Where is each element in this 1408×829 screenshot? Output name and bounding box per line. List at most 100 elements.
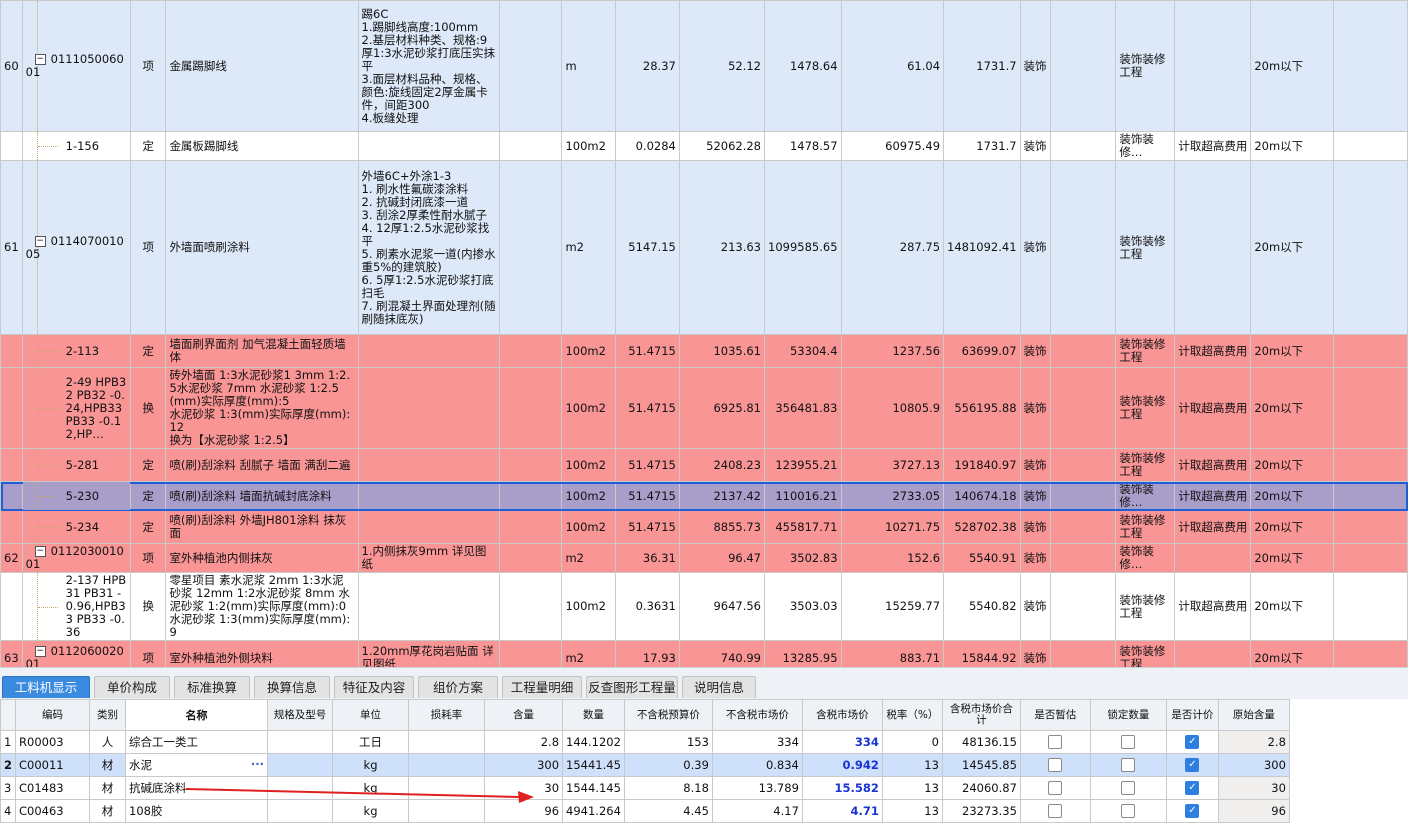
column-header[interactable]: 规格及型号 <box>267 699 334 731</box>
resource-loss[interactable] <box>408 776 486 800</box>
resource-row[interactable]: 2 C00011 材水泥 ··· kg 300 15441.45 0.39 0.834 0.942… <box>0 753 1290 777</box>
column-header[interactable] <box>0 699 17 731</box>
resource-content[interactable]: 30 <box>484 776 564 800</box>
resource-spec[interactable] <box>267 730 334 754</box>
collapse-toggle-icon[interactable]: − <box>34 54 46 65</box>
tab-1[interactable]: 单价构成 <box>94 676 170 698</box>
quota-row[interactable]: 60−011105006001 项金属踢脚线 踢6C 1.踢脚线高度:100mm 2… <box>0 0 1408 132</box>
row-quantity[interactable]: 0.3631 <box>615 572 680 641</box>
row-feature[interactable] <box>357 510 501 544</box>
column-header[interactable]: 数量 <box>562 699 625 731</box>
row-quantity[interactable]: 36.31 <box>615 543 680 573</box>
column-header[interactable]: 含税市场价 <box>801 699 883 731</box>
resource-content[interactable]: 300 <box>484 753 564 777</box>
resource-loss[interactable] <box>408 799 486 823</box>
estimate-checkbox[interactable] <box>1048 781 1063 796</box>
resource-market-price[interactable]: 334 <box>711 730 803 754</box>
row-code-cell[interactable]: 1-156 <box>21 131 132 161</box>
row-feature[interactable] <box>357 367 501 449</box>
column-header[interactable]: 单位 <box>332 699 410 731</box>
row-feature[interactable]: 外墙6C+外涂1-3 1. 刷水性氟碳漆涂料 2. 抗碱封闭底漆一道 3. 刮涂… <box>357 160 501 335</box>
resource-code[interactable]: C00463 <box>15 799 91 823</box>
lock-quantity-checkbox[interactable] <box>1121 781 1136 796</box>
row-code-cell[interactable]: −011206002001 <box>21 640 132 667</box>
resource-code[interactable]: C01483 <box>15 776 91 800</box>
resource-loss[interactable] <box>408 730 486 754</box>
tab-2[interactable]: 标准换算 <box>174 676 250 698</box>
row-quantity[interactable]: 0.0284 <box>615 131 680 161</box>
quota-row[interactable]: 5-281 定喷(刷)刮涂料 刮腻子 墙面 满刮二遍 100m2 51.4715 240… <box>0 448 1408 482</box>
tab-8[interactable]: 说明信息 <box>682 676 756 698</box>
resource-name[interactable]: 综合工一类工 <box>125 730 269 754</box>
column-header[interactable]: 税率（%） <box>881 699 943 731</box>
tab-3[interactable]: 换算信息 <box>254 676 330 698</box>
lock-quantity-checkbox[interactable] <box>1121 735 1136 750</box>
resource-row[interactable]: 4 C00463 材 108胶 kg 96 4941.264 4.45 4.17 4.71 13 23… <box>0 799 1290 823</box>
row-name[interactable]: 喷(刷)刮涂料 墙面抗碱封底涂料 <box>165 481 359 511</box>
column-header[interactable]: 含税市场价合计 <box>941 699 1021 731</box>
resource-tax-market-price[interactable]: 4.71 <box>801 799 883 823</box>
row-name[interactable]: 金属踢脚线 <box>165 0 359 132</box>
lock-quantity-checkbox[interactable] <box>1121 804 1136 819</box>
estimate-checkbox[interactable] <box>1048 758 1063 773</box>
row-code-cell[interactable]: 5-234 <box>21 510 132 544</box>
row-feature[interactable]: 1.内侧抹灰9mm 详见图纸 <box>357 543 501 573</box>
include-price-checkbox[interactable]: ✓ <box>1185 781 1200 796</box>
resource-tax-market-price[interactable]: 0.942 <box>801 753 883 777</box>
resource-tax-rate[interactable]: 0 <box>881 730 943 754</box>
column-header[interactable]: 是否暂估 <box>1019 699 1091 731</box>
row-quantity[interactable]: 17.93 <box>615 640 680 667</box>
resource-name[interactable]: 水泥 ··· <box>125 753 269 777</box>
tab-0[interactable]: 工料机显示 <box>2 676 90 698</box>
resource-spec[interactable] <box>267 753 334 777</box>
row-feature[interactable]: 踢6C 1.踢脚线高度:100mm 2.基层材料种类、规格:9厚1:3水泥砂浆打… <box>357 0 501 132</box>
resource-market-price[interactable]: 0.834 <box>711 753 803 777</box>
column-header[interactable]: 含量 <box>484 699 564 731</box>
row-feature[interactable] <box>357 131 501 161</box>
column-header[interactable]: 不含税预算价 <box>623 699 713 731</box>
quota-row[interactable]: 61−011407001005 项外墙面喷刷涂料 外墙6C+外涂1-3 1. 刷水性… <box>0 160 1408 335</box>
row-quantity[interactable]: 51.4715 <box>615 334 680 368</box>
resource-row[interactable]: 3 C01483 材抗碱底涂料 kg 30 1544.145 8.18 13.789 15.58… <box>0 776 1290 800</box>
resource-market-price[interactable]: 13.789 <box>711 776 803 800</box>
include-price-checkbox[interactable]: ✓ <box>1185 804 1200 819</box>
row-name[interactable]: 金属板踢脚线 <box>165 131 359 161</box>
resource-content[interactable]: 96 <box>484 799 564 823</box>
row-name[interactable]: 零星项目 素水泥浆 2mm 1:3水泥砂浆 12mm 1:2水泥砂浆 8mm 水… <box>165 572 359 641</box>
tab-7[interactable]: 反查图形工程量 <box>586 676 678 698</box>
estimate-checkbox[interactable] <box>1048 735 1063 750</box>
row-name[interactable]: 喷(刷)刮涂料 刮腻子 墙面 满刮二遍 <box>165 448 359 482</box>
tab-4[interactable]: 特征及内容 <box>334 676 414 698</box>
collapse-toggle-icon[interactable]: − <box>34 235 46 247</box>
row-code-cell[interactable]: 5-281 <box>21 448 132 482</box>
row-code-cell[interactable]: 5-230 <box>21 481 132 511</box>
estimate-checkbox[interactable] <box>1048 804 1063 819</box>
resource-tax-rate[interactable]: 13 <box>881 799 943 823</box>
quota-row[interactable]: 2-49 HPB32 PB32 -0.24,HPB33 PB33 -0.12,H… <box>0 367 1408 449</box>
row-feature[interactable] <box>357 572 501 641</box>
row-code-cell[interactable]: −011203001001 <box>21 543 132 573</box>
collapse-toggle-icon[interactable]: − <box>34 646 46 657</box>
row-feature[interactable] <box>357 334 501 368</box>
resource-tax-market-price[interactable]: 15.582 <box>801 776 883 800</box>
row-feature[interactable] <box>357 481 501 511</box>
include-price-checkbox[interactable]: ✓ <box>1185 758 1200 773</box>
include-price-checkbox[interactable]: ✓ <box>1185 735 1200 750</box>
collapse-toggle-icon[interactable]: − <box>34 546 46 557</box>
resource-tax-rate[interactable]: 13 <box>881 753 943 777</box>
row-code-cell[interactable]: 2-137 HPB31 PB31 -0.96,HPB33 PB33 -0.36 <box>21 572 132 641</box>
row-name[interactable]: 室外种植池外侧块料 <box>165 640 359 667</box>
tab-6[interactable]: 工程量明细 <box>502 676 582 698</box>
row-name[interactable]: 砖外墙面 1:3水泥砂浆1 3mm 1:2.5水泥砂浆 7mm 水泥砂浆 1:2… <box>165 367 359 449</box>
row-quantity[interactable]: 51.4715 <box>615 481 680 511</box>
row-code-cell[interactable]: −011105006001 <box>21 0 132 132</box>
more-options-button[interactable]: ··· <box>251 757 264 771</box>
column-header[interactable]: 是否计价 <box>1165 699 1219 731</box>
quota-row[interactable]: 5-230 定喷(刷)刮涂料 墙面抗碱封底涂料 100m2 51.4715 2137.4… <box>0 481 1408 511</box>
resource-row[interactable]: 1 R00003 人综合工一类工 工日 2.8 144.1202 153 334 334 0 481… <box>0 730 1290 754</box>
row-quantity[interactable]: 51.4715 <box>615 448 680 482</box>
tab-5[interactable]: 组价方案 <box>418 676 498 698</box>
quota-row[interactable]: 63−011206002001 项室外种植池外侧块料 1.20mm厚花岗岩贴面 详见… <box>0 640 1408 667</box>
column-header[interactable]: 类别 <box>89 699 127 731</box>
row-name[interactable]: 喷(刷)刮涂料 外墙JH801涂料 抹灰面 <box>165 510 359 544</box>
